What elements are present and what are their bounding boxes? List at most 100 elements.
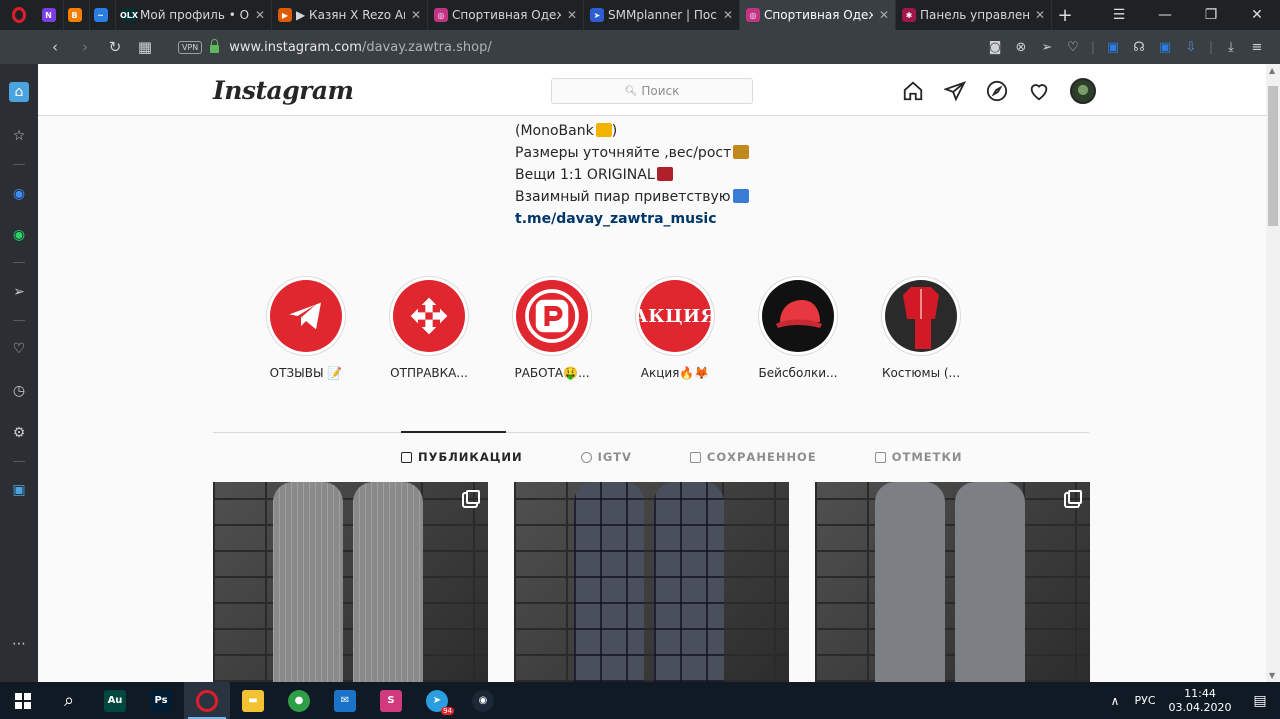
easy-setup-icon[interactable]: ≡ [1244, 40, 1270, 55]
post-thumbnail[interactable] [514, 482, 789, 682]
profile-tab[interactable]: СОХРАНЕННОЕ [689, 450, 817, 464]
post-thumbnail[interactable] [815, 482, 1090, 682]
browser-tab[interactable]: ~ [90, 0, 116, 30]
clock[interactable]: 11:44 03.04.2020 [1160, 687, 1240, 715]
browser-tab[interactable]: N [38, 0, 64, 30]
highlight-item[interactable]: Костюмы (... [866, 276, 976, 380]
browser-tab[interactable]: ◎ Спортивная Одежда ✕ [428, 0, 584, 30]
home-icon[interactable]: ⌂ [9, 82, 29, 102]
speed-dial-icon[interactable]: ▦ [130, 38, 160, 56]
browser-tab-bar: NB ~ OLXМой профиль • OLX ✕ ▶ ▶ Казян X Rezo … [0, 0, 1280, 30]
taskbar-telegram[interactable]: ➤ 94 [414, 682, 460, 719]
profile-tab[interactable]: ПУБЛИКАЦИИ [401, 450, 523, 464]
taskbar-opera[interactable]: O [184, 682, 230, 719]
taskbar-photoshop[interactable]: Ps [138, 682, 184, 719]
browser-tab[interactable]: OLXМой профиль • OLX ✕ [116, 0, 272, 30]
direct-send-icon[interactable] [944, 78, 986, 104]
tab-close-icon[interactable]: ✕ [879, 8, 889, 22]
notifications-icon[interactable]: ▤ [1240, 693, 1280, 709]
language-indicator[interactable]: РУС [1130, 694, 1160, 707]
tab-close-icon[interactable]: ✕ [411, 8, 421, 22]
chrome-icon: ● [288, 689, 310, 712]
browser-tab[interactable]: ➤ SMMplanner | Посты ✕ [584, 0, 740, 30]
tab-favicon-icon: ✱ [902, 8, 916, 22]
flow-send-icon[interactable]: ➢ [9, 282, 29, 302]
taskbar-app[interactable]: S [368, 682, 414, 719]
page-scrollbar[interactable]: ▲ ▼ [1266, 64, 1280, 682]
search-input[interactable]: 🔍︎ Поиск [551, 78, 753, 104]
highlight-item[interactable]: АКЦИЯ Акция🔥🦊 [620, 276, 730, 380]
maximize-button[interactable]: ❐ [1188, 7, 1234, 23]
tab-close-icon[interactable]: ✕ [723, 8, 733, 22]
tab-menu-icon[interactable]: ☰ [1096, 7, 1142, 23]
settings-gear-icon[interactable]: ⚙ [9, 423, 29, 443]
translate-extension-icon[interactable]: ▣ [1100, 40, 1126, 55]
instagram-logo[interactable]: Instagram [213, 76, 354, 105]
sidebar-more-icon[interactable]: ⋯ [9, 634, 29, 654]
dictionary-extension-icon[interactable]: ▣ [1152, 40, 1178, 55]
posts-grid [213, 482, 1091, 682]
highlight-item[interactable]: ОТПРАВКА... [374, 276, 484, 380]
reload-button[interactable]: ↻ [100, 38, 130, 56]
downloads-icon[interactable]: ⤓ [1218, 40, 1244, 55]
bookmark-heart-icon[interactable]: ♡ [1060, 40, 1086, 55]
profile-tab[interactable]: ОТМЕТКИ [874, 450, 963, 464]
profile-avatar[interactable] [1070, 78, 1112, 104]
highlight-item[interactable]: ОТЗЫВЫ 📝 [251, 276, 361, 380]
taskbar-search[interactable]: ⌕ [46, 682, 92, 719]
taskbar-steam[interactable]: ◉ [460, 682, 506, 719]
taskbar-audition[interactable]: Au [92, 682, 138, 719]
bookmarks-star-icon[interactable]: ☆ [9, 126, 29, 146]
start-button[interactable] [0, 682, 46, 719]
tray-expand-icon[interactable]: ∧ [1100, 694, 1130, 708]
highlight-item[interactable]: РАБОТА🤑... [497, 276, 607, 380]
pants-leg [273, 482, 343, 682]
post-thumbnail[interactable] [213, 482, 488, 682]
forward-button[interactable]: › [70, 38, 100, 56]
taskbar-mail[interactable]: ✉ [322, 682, 368, 719]
tab-close-icon[interactable]: ✕ [255, 8, 265, 22]
minimize-button[interactable]: — [1142, 7, 1188, 23]
profile-tab[interactable]: IGTV [580, 450, 632, 464]
highlight-label: ОТЗЫВЫ 📝 [269, 366, 343, 380]
close-window-button[interactable]: ✕ [1234, 7, 1280, 23]
highlight-cover-text: АКЦИЯ [639, 305, 711, 327]
taskbar-explorer[interactable]: ▬ [230, 682, 276, 719]
adblock-icon[interactable]: ⊗ [1008, 40, 1034, 55]
history-clock-icon[interactable]: ◷ [9, 381, 29, 401]
send-icon[interactable]: ➢ [1034, 40, 1060, 55]
personal-news-heart-icon[interactable]: ♡ [9, 339, 29, 359]
vpn-badge[interactable]: VPN [178, 40, 203, 54]
taskbar-chrome[interactable]: ● [276, 682, 322, 719]
browser-tab[interactable]: ◎ Спортивная Одежда ✕ [740, 0, 896, 30]
browser-tab[interactable]: ▶ ▶ Казян X Rezo Ака ✕ [272, 0, 428, 30]
addr-separator: | [1090, 39, 1096, 55]
download-extension-icon[interactable]: ⇩ [1178, 40, 1204, 55]
vpn-extension-icon[interactable]: ☊ [1126, 40, 1152, 55]
highlight-item[interactable]: Бейсболки... [743, 276, 853, 380]
opera-menu-button[interactable] [0, 0, 38, 30]
back-button[interactable]: ‹ [40, 38, 70, 56]
scroll-down-icon[interactable]: ▼ [1269, 671, 1275, 680]
brick-wall-background [815, 482, 1090, 682]
instagram-header: Instagram 🔍︎ Поиск [38, 64, 1266, 116]
messenger-icon[interactable]: ◉ [9, 184, 29, 204]
new-tab-button[interactable]: + [1052, 5, 1078, 26]
carousel-icon [1068, 490, 1082, 504]
browser-tab[interactable]: B [64, 0, 90, 30]
translator-icon[interactable]: ▣ [9, 480, 29, 500]
highlight-cover [270, 280, 342, 352]
home-nav-icon[interactable] [902, 78, 944, 104]
whatsapp-icon[interactable]: ◉ [9, 225, 29, 245]
tab-close-icon[interactable]: ✕ [567, 8, 577, 22]
snapshot-icon[interactable]: ◙ [982, 40, 1008, 55]
url-field[interactable]: www.instagram.com/davay.zawtra.shop/ [229, 40, 491, 55]
tab-close-icon[interactable]: ✕ [1035, 8, 1045, 22]
activity-heart-icon[interactable] [1028, 78, 1070, 104]
tab-favicon-icon: ▶ [278, 8, 292, 22]
scroll-up-icon[interactable]: ▲ [1269, 66, 1275, 75]
explore-compass-icon[interactable] [986, 78, 1028, 104]
bio-link[interactable]: t.me/davay_zawtra_music [515, 208, 749, 230]
scroll-thumb[interactable] [1268, 86, 1278, 226]
browser-tab[interactable]: ✱ Панель управления ✕ [896, 0, 1052, 30]
